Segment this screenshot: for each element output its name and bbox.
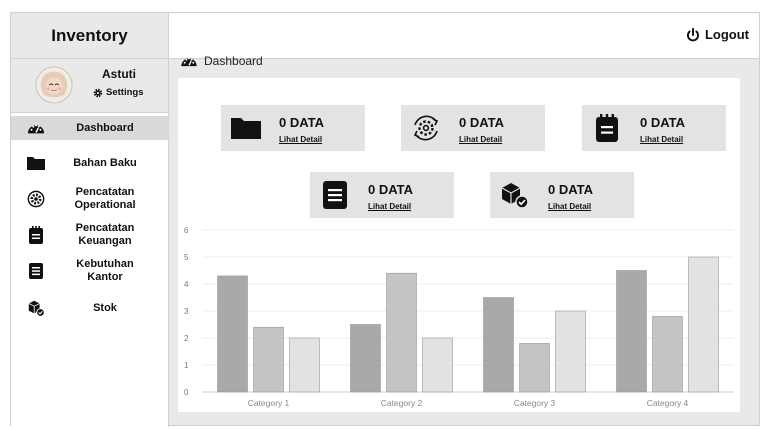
card-detail-link[interactable]: Lihat Detail [548, 202, 591, 211]
sidebar-item-stok[interactable]: Stok [11, 298, 169, 318]
sidebar-item-label: Kebutuhan Kantor [76, 258, 134, 283]
sidebar: Inventory Astuti Settings Dashboard Baha… [11, 13, 169, 427]
bar [289, 337, 320, 393]
card-detail-link[interactable]: Lihat Detail [368, 202, 411, 211]
card-value: 0 DATA [548, 182, 594, 197]
y-tick-label: 5 [184, 253, 189, 262]
card-value: 0 DATA [459, 115, 505, 130]
card-detail-link[interactable]: Lihat Detail [279, 135, 322, 144]
sidebar-item-kebutuhan-kantor[interactable]: Kebutuhan Kantor [11, 257, 169, 285]
tachometer-icon [27, 119, 45, 137]
sidebar-item-label: Pencatatan Operational [74, 186, 136, 211]
sidebar-item-label: Stok [93, 301, 117, 314]
sidebar-item-pencatatan-keuangan[interactable]: Pencatatan Keuangan [11, 221, 169, 249]
list-file-icon [320, 181, 350, 209]
x-category-label: Category 3 [514, 398, 556, 408]
boxes-check-icon [27, 299, 45, 317]
card-value: 0 DATA [640, 115, 686, 130]
sidebar-item-label: Bahan Baku [73, 156, 137, 169]
bar [217, 275, 248, 393]
power-icon [686, 27, 699, 41]
user-name: Astuti [102, 67, 136, 81]
card-detail-link[interactable]: Lihat Detail [640, 135, 683, 144]
sidebar-item-bahan-baku[interactable]: Bahan Baku [11, 153, 169, 173]
breadcrumb: Dashboard [180, 54, 263, 68]
bar [253, 326, 284, 393]
x-category-label: Category 4 [647, 398, 689, 408]
gear-sync-icon [27, 190, 45, 208]
bar [519, 343, 550, 393]
card-value: 0 DATA [368, 182, 414, 197]
sidebar-item-dashboard[interactable]: Dashboard [11, 116, 169, 140]
y-tick-label: 2 [184, 334, 189, 343]
x-category-label: Category 1 [248, 398, 290, 408]
y-tick-label: 3 [184, 307, 189, 316]
sidebar-item-label: Pencatatan Keuangan [75, 222, 135, 247]
boxes-check-icon [500, 181, 530, 209]
dashboard-panel: 0 DATA Lihat Detail 0 DATA Lihat Detail … [178, 78, 740, 412]
logout-label: Logout [704, 27, 749, 42]
bar-chart: 0 1 2 3 4 5 6 Category 1 Category 2 Category 3 Cat… [184, 226, 734, 408]
bar [652, 316, 683, 393]
y-tick-label: 1 [184, 361, 189, 370]
gear-icon [93, 88, 103, 97]
y-tick-label: 6 [184, 226, 189, 235]
gear-sync-icon [411, 114, 441, 142]
bar [386, 272, 417, 393]
breadcrumb-label: Dashboard [204, 54, 263, 68]
folder-icon [231, 114, 261, 142]
bar [483, 297, 514, 393]
bar [350, 324, 381, 393]
settings-label: Settings [106, 87, 144, 98]
summary-card-bahan-baku[interactable]: 0 DATA Lihat Detail [221, 105, 365, 151]
bar [616, 270, 647, 393]
bar [422, 337, 453, 393]
user-profile: Astuti Settings [11, 59, 168, 113]
summary-card-keuangan[interactable]: 0 DATA Lihat Detail [582, 105, 726, 151]
summary-card-stok[interactable]: 0 DATA Lihat Detail [490, 172, 634, 218]
y-tick-label: 0 [184, 388, 189, 397]
app-brand: Inventory [11, 13, 168, 59]
notepad-icon [27, 226, 45, 244]
bar [555, 310, 586, 393]
card-detail-link[interactable]: Lihat Detail [459, 135, 502, 144]
sidebar-item-pencatatan-operational[interactable]: Pencatatan Operational [11, 185, 169, 213]
card-value: 0 DATA [279, 115, 325, 130]
x-category-label: Category 2 [381, 398, 423, 408]
top-bar: Logout [169, 13, 759, 59]
summary-card-operational[interactable]: 0 DATA Lihat Detail [401, 105, 545, 151]
list-file-icon [27, 262, 45, 280]
sidebar-item-label: Dashboard [76, 121, 134, 134]
summary-card-kebutuhan-kantor[interactable]: 0 DATA Lihat Detail [310, 172, 454, 218]
logout-button[interactable]: Logout [686, 27, 749, 42]
notepad-icon [592, 114, 622, 142]
folder-icon [27, 154, 45, 172]
bar [688, 256, 719, 393]
settings-link[interactable]: Settings [93, 87, 143, 98]
tachometer-icon [181, 57, 197, 67]
avatar [35, 66, 73, 104]
y-tick-label: 4 [184, 280, 189, 289]
